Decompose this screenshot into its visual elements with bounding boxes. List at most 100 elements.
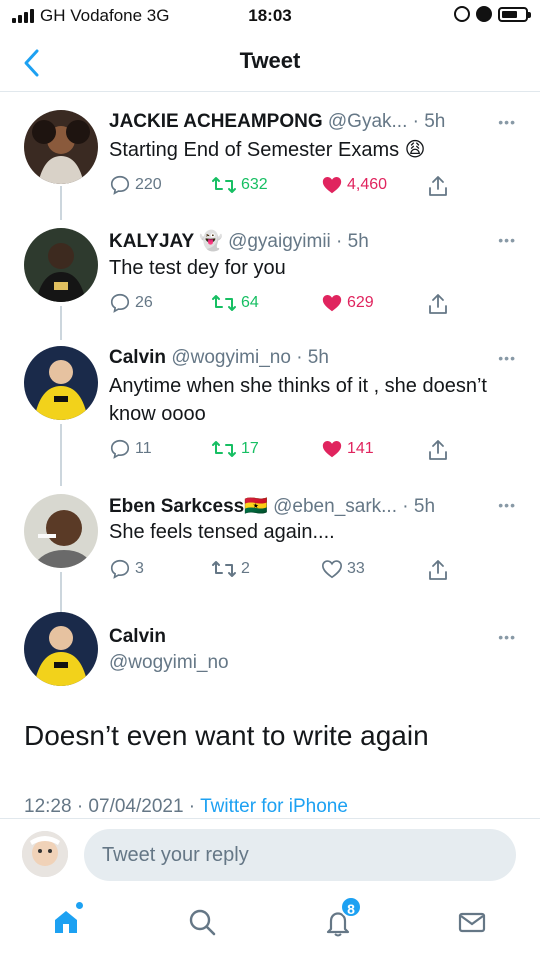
- my-avatar[interactable]: [22, 831, 68, 877]
- thread-connector: [60, 572, 62, 616]
- share-icon: [429, 440, 447, 460]
- page-title: Tweet: [239, 48, 301, 73]
- author-meta: @wogyimi_no · 5h: [171, 347, 329, 368]
- tweet-actions: 26 64 629: [109, 292, 529, 316]
- retweet-button[interactable]: 64: [211, 292, 259, 314]
- tweet-text: The test dey for you: [109, 257, 286, 279]
- notification-badge: 8: [340, 896, 362, 918]
- reply-count: 11: [135, 440, 152, 457]
- retweet-icon: [212, 561, 236, 577]
- reply-count: 220: [135, 176, 162, 193]
- avatar[interactable]: [24, 612, 98, 686]
- more-options-icon[interactable]: •••: [498, 114, 516, 130]
- share-button[interactable]: [427, 174, 449, 198]
- nav-notifications[interactable]: 8: [318, 896, 362, 942]
- avatar[interactable]: [24, 110, 98, 184]
- share-icon: [429, 560, 447, 580]
- author-name[interactable]: Calvin: [109, 347, 166, 368]
- avatar[interactable]: [24, 494, 98, 568]
- alarm-icon: [476, 6, 492, 22]
- more-options-icon[interactable]: •••: [498, 629, 516, 645]
- nav-home[interactable]: [46, 902, 86, 942]
- share-button[interactable]: [427, 292, 449, 316]
- retweet-count: 17: [241, 440, 259, 457]
- retweet-count: 632: [241, 176, 268, 193]
- tweet-actions: 220 632 4,460: [109, 174, 529, 198]
- reply-count: 3: [135, 560, 144, 577]
- more-options-icon[interactable]: •••: [498, 232, 516, 248]
- nav-messages[interactable]: [452, 902, 492, 942]
- like-count: 33: [347, 560, 365, 577]
- retweet-button[interactable]: 632: [211, 174, 268, 196]
- reply-button[interactable]: 11: [109, 438, 152, 460]
- tweet-text: She feels tensed again....: [109, 521, 335, 543]
- retweet-icon: [212, 295, 236, 311]
- like-count: 629: [347, 294, 374, 311]
- tweet-actions: 3 2 33: [109, 558, 529, 582]
- timestamp-text: 12:28 · 07/04/2021 ·: [24, 796, 201, 817]
- retweet-button[interactable]: 17: [211, 438, 259, 460]
- tweet-source-link[interactable]: Twitter for iPhone: [200, 796, 348, 817]
- share-button[interactable]: [427, 558, 449, 582]
- heart-filled-icon: [322, 177, 342, 194]
- reply-icon: [110, 439, 130, 459]
- author-name[interactable]: JACKIE ACHEAMPONG: [109, 111, 323, 132]
- author-handle[interactable]: @wogyimi_no: [109, 652, 229, 673]
- mail-icon: [458, 912, 486, 933]
- bottom-nav: 8: [0, 890, 540, 960]
- reply-button[interactable]: 220: [109, 174, 162, 196]
- heart-outline-icon: [322, 560, 342, 579]
- battery-icon: [498, 6, 531, 22]
- retweet-count: 64: [241, 294, 259, 311]
- author-meta: @eben_sark... · 5h: [273, 496, 436, 517]
- avatar[interactable]: [24, 346, 98, 420]
- retweet-icon: [212, 177, 236, 193]
- reply-input[interactable]: [84, 829, 516, 881]
- tweet-timestamp: 12:28 · 07/04/2021 · Twitter for iPhone: [24, 796, 348, 818]
- thread-connector: [60, 186, 62, 220]
- reply-button[interactable]: 26: [109, 292, 153, 314]
- new-content-dot: [76, 902, 83, 909]
- thread-connector: [60, 306, 62, 340]
- author-meta: @gyaigyimii · 5h: [228, 231, 369, 252]
- like-count: 4,460: [347, 176, 388, 193]
- thread-connector: [60, 424, 62, 486]
- author-name[interactable]: Eben Sarkcess🇬🇭: [109, 496, 268, 517]
- nav-search[interactable]: [182, 902, 222, 942]
- status-icons: [454, 6, 531, 22]
- more-options-icon[interactable]: •••: [498, 350, 516, 366]
- retweet-button[interactable]: 2: [211, 558, 250, 580]
- like-button[interactable]: 33: [321, 558, 365, 580]
- share-icon: [429, 176, 447, 196]
- retweet-count: 2: [241, 560, 250, 577]
- like-button[interactable]: 629: [321, 292, 374, 314]
- author-name[interactable]: KALYJAY 👻: [109, 231, 223, 252]
- like-count: 141: [347, 440, 374, 457]
- heart-filled-icon: [322, 441, 342, 458]
- focused-tweet-text: Doesn’t even want to write again: [24, 720, 429, 751]
- author-name[interactable]: Calvin: [109, 626, 166, 647]
- retweet-icon: [212, 441, 236, 457]
- reply-button[interactable]: 3: [109, 558, 144, 580]
- tweet-text: Anytime when she thinks of it , she does…: [109, 375, 487, 425]
- reply-icon: [110, 559, 130, 579]
- more-options-icon[interactable]: •••: [498, 497, 516, 513]
- reply-count: 26: [135, 294, 153, 311]
- heart-filled-icon: [322, 295, 342, 312]
- orientation-lock-icon: [454, 6, 470, 22]
- search-icon: [189, 909, 216, 936]
- like-button[interactable]: 141: [321, 438, 374, 460]
- avatar[interactable]: [24, 228, 98, 302]
- status-bar: GH Vodafone 3G 18:03: [0, 0, 540, 34]
- tweet-actions: 11 17 141: [109, 438, 529, 462]
- reply-icon: [110, 293, 130, 313]
- author-meta: @Gyak... · 5h: [327, 111, 446, 132]
- share-button[interactable]: [427, 438, 449, 462]
- header: Tweet: [0, 34, 540, 92]
- tweet-text: Starting End of Semester Exams 😩: [109, 139, 426, 161]
- like-button[interactable]: 4,460: [321, 174, 387, 196]
- reply-icon: [110, 175, 130, 195]
- home-icon: [55, 911, 77, 933]
- share-icon: [429, 294, 447, 314]
- reply-bar: [0, 818, 540, 890]
